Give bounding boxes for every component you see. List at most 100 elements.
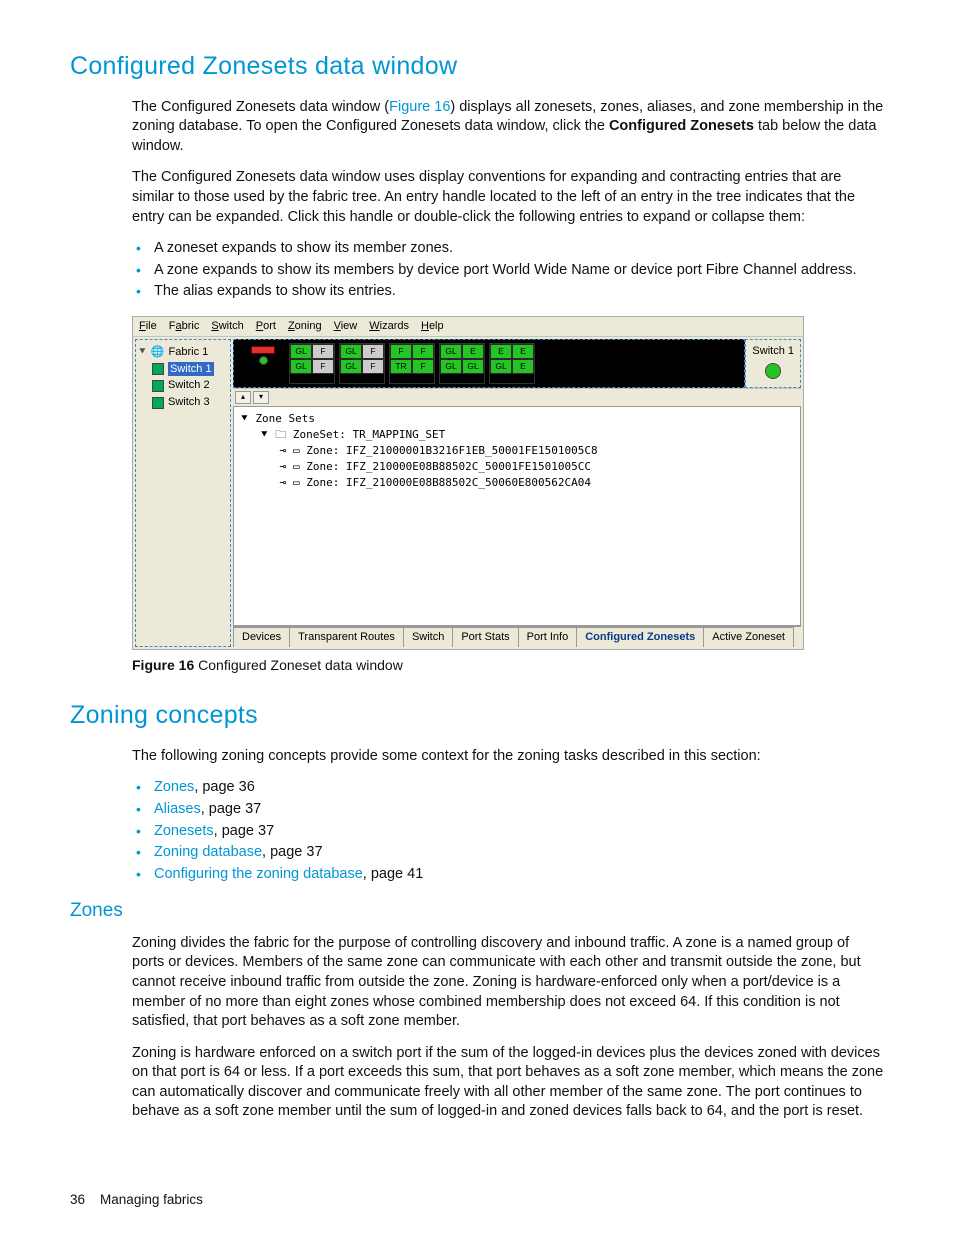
section-heading: Zoning concepts [70, 699, 884, 733]
bullet-list: A zoneset expands to show its member zon… [132, 239, 884, 302]
sidebar-item-label: Switch 3 [168, 395, 210, 410]
tree-row[interactable]: ⯆ 🗀 ZoneSet: TR_MAPPING_SET [240, 427, 794, 443]
toc-link[interactable]: Zoning database [154, 844, 262, 860]
port-cell[interactable]: GL [290, 359, 312, 374]
sidebar-item-switch3[interactable]: Switch 3 [138, 394, 228, 411]
port-group: FTR FF [389, 343, 435, 385]
menu-port[interactable]: Port [256, 319, 276, 334]
tree-row[interactable]: ⯆ Zone Sets [240, 411, 794, 427]
list-item: Configuring the zoning database, page 41 [132, 865, 884, 885]
sidebar-item-switch1[interactable]: Switch 1 [138, 361, 228, 378]
list-item: A zone expands to show its members by de… [132, 261, 884, 281]
port-cell[interactable]: E [512, 359, 534, 374]
fabric-tree-sidebar: ⯆🌐 Fabric 1 Switch 1 Switch 2 Switch 3 [135, 339, 231, 648]
port-cell[interactable]: GL [440, 359, 462, 374]
page-ref: , page 36 [194, 779, 254, 795]
tab-port-stats[interactable]: Port Stats [452, 627, 518, 647]
port-cell[interactable]: E [512, 344, 534, 359]
page-ref: , page 41 [363, 866, 423, 882]
sidebar-item-label: Switch 2 [168, 378, 210, 393]
port-cell[interactable]: GL [290, 344, 312, 359]
tree-row[interactable]: ⊸ ▭ Zone: IFZ_210000E08B88502C_50001FE15… [240, 459, 794, 475]
app-screenshot: File Fabric Switch Port Zoning View Wiza… [132, 316, 804, 650]
sidebar-item-label: Switch 1 [168, 362, 214, 377]
toc-link[interactable]: Zonesets [154, 823, 214, 839]
tree-row[interactable]: ⊸ ▭ Zone: IFZ_210000E08B88502C_50060E800… [240, 475, 794, 491]
toolbar-strip: ▴ ▾ [233, 388, 801, 406]
list-item: Zonesets, page 37 [132, 822, 884, 842]
menu-view[interactable]: View [334, 319, 358, 334]
menu-file[interactable]: File [139, 319, 157, 334]
port-cell[interactable]: E [462, 344, 484, 359]
tab-configured-zonesets[interactable]: Configured Zonesets [576, 627, 704, 647]
list-item: Aliases, page 37 [132, 800, 884, 820]
paragraph: Zoning is hardware enforced on a switch … [132, 1044, 884, 1122]
port-cell[interactable]: F [412, 344, 434, 359]
page-footer: 36 Managing fabrics [70, 1191, 203, 1209]
port-cell[interactable]: GL [462, 359, 484, 374]
port-cell[interactable]: GL [340, 359, 362, 374]
list-item: A zoneset expands to show its member zon… [132, 239, 884, 259]
switch-icon [152, 397, 164, 409]
list-item: The alias expands to show its entries. [132, 282, 884, 302]
page-ref: , page 37 [214, 823, 274, 839]
switch-icon [152, 380, 164, 392]
switch-icon [152, 363, 164, 375]
collapse-up-icon[interactable]: ▴ [235, 391, 251, 404]
section-heading: Configured Zonesets data window [70, 50, 884, 84]
power-led-icon [259, 356, 268, 365]
status-led-icon [765, 363, 781, 379]
menu-bar: File Fabric Switch Port Zoning View Wiza… [133, 317, 803, 337]
paragraph: The Configured Zonesets data window uses… [132, 168, 884, 227]
switch-name-label: Switch 1 [752, 344, 794, 359]
tree-row[interactable]: ⊸ ▭ Zone: IFZ_21000001B3216F1EB_50001FE1… [240, 443, 794, 459]
menu-switch[interactable]: Switch [211, 319, 243, 334]
sidebar-item-switch2[interactable]: Switch 2 [138, 377, 228, 394]
tab-transparent-routes[interactable]: Transparent Routes [289, 627, 404, 647]
port-cell[interactable]: F [362, 344, 384, 359]
port-cell[interactable]: F [312, 359, 334, 374]
switch-label-panel: Switch 1 [745, 339, 801, 389]
toc-link[interactable]: Configuring the zoning database [154, 866, 363, 882]
paragraph: Zoning divides the fabric for the purpos… [132, 934, 884, 1032]
menu-fabric[interactable]: Fabric [169, 319, 200, 334]
footer-chapter: Managing fabrics [100, 1192, 203, 1207]
toc-list: Zones, page 36 Aliases, page 37 Zonesets… [132, 778, 884, 884]
sidebar-item-label: Fabric 1 [169, 345, 209, 360]
port-cell[interactable]: GL [490, 359, 512, 374]
intro-paragraph: The Configured Zonesets data window (Fig… [132, 98, 884, 157]
toc-link[interactable]: Zones [154, 779, 194, 795]
tab-switch[interactable]: Switch [403, 627, 453, 647]
port-group: GLGL EGL [439, 343, 485, 385]
collapse-down-icon[interactable]: ▾ [253, 391, 269, 404]
zonesets-tree[interactable]: ⯆ Zone Sets ⯆ 🗀 ZoneSet: TR_MAPPING_SET … [233, 406, 801, 626]
menu-zoning[interactable]: Zoning [288, 319, 322, 334]
port-cell[interactable]: F [412, 359, 434, 374]
tab-devices[interactable]: Devices [233, 627, 290, 647]
list-item: Zoning database, page 37 [132, 843, 884, 863]
figure-ref-link[interactable]: Figure 16 [389, 99, 450, 115]
menu-wizards[interactable]: Wizards [369, 319, 409, 334]
port-cell[interactable]: GL [340, 344, 362, 359]
list-item: Zones, page 36 [132, 778, 884, 798]
port-group: GLGL FF [289, 343, 335, 385]
port-cell[interactable]: E [490, 344, 512, 359]
fabric-root[interactable]: ⯆🌐 Fabric 1 [138, 344, 228, 361]
expand-icon[interactable]: ⯆ [138, 345, 147, 360]
port-group: EGL EE [489, 343, 535, 385]
tab-active-zoneset[interactable]: Active Zoneset [703, 627, 794, 647]
figure-caption: Figure 16 Configured Zoneset data window [132, 656, 884, 675]
figure-number: Figure 16 [132, 657, 194, 673]
port-cell[interactable]: F [390, 344, 412, 359]
toc-link[interactable]: Aliases [154, 801, 201, 817]
tab-port-info[interactable]: Port Info [518, 627, 578, 647]
menu-help[interactable]: Help [421, 319, 444, 334]
page-number: 36 [70, 1192, 85, 1207]
port-cell[interactable]: F [312, 344, 334, 359]
faceplate-panel: GLGL FF GLGL FF FTR FF GLGL [233, 339, 745, 389]
port-cell[interactable]: GL [440, 344, 462, 359]
subsection-heading: Zones [70, 898, 884, 924]
port-cell[interactable]: F [362, 359, 384, 374]
port-cell[interactable]: TR [390, 359, 412, 374]
figure-title: Configured Zoneset data window [194, 657, 403, 673]
